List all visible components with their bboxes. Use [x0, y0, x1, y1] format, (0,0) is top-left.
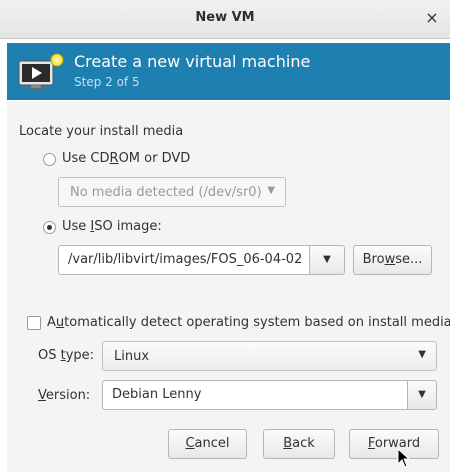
cdrom-radio-label[interactable]: Use CDROM or DVD	[62, 151, 190, 166]
header-title: Create a new virtual machine	[74, 52, 311, 71]
window-title: New VM	[195, 10, 255, 25]
browse-button[interactable]: Browse...	[353, 245, 432, 275]
title-bar: New VM ×	[0, 0, 450, 39]
auto-detect-checkbox[interactable]	[27, 316, 41, 330]
cdrom-select[interactable]: No media detected (/dev/sr0) ▼	[58, 177, 286, 207]
chevron-down-icon: ▼	[418, 389, 426, 400]
version-dropdown-button[interactable]: ▼	[407, 380, 437, 410]
forward-button[interactable]: Forward	[349, 429, 439, 459]
wizard-header: Create a new virtual machine Step 2 of 5	[7, 43, 450, 100]
cancel-button[interactable]: Cancel	[168, 429, 247, 459]
cdrom-radio[interactable]	[43, 153, 56, 166]
header-step: Step 2 of 5	[74, 75, 140, 89]
install-media-label: Locate your install media	[19, 124, 184, 139]
auto-detect-label[interactable]: Automatically detect operating system ba…	[47, 315, 450, 330]
cdrom-select-value: No media detected (/dev/sr0)	[70, 185, 262, 200]
os-type-label: OS type:	[38, 348, 95, 363]
iso-path-value: /var/lib/libvirt/images/FOS_06-04-02	[68, 252, 303, 267]
iso-path-dropdown-button[interactable]: ▼	[309, 245, 345, 275]
os-type-value: Linux	[114, 349, 150, 364]
os-type-select[interactable]: Linux ▼	[102, 341, 437, 371]
chevron-down-icon: ▼	[267, 185, 275, 196]
chevron-down-icon: ▼	[323, 254, 331, 265]
version-label: Version:	[38, 388, 91, 403]
close-icon[interactable]: ×	[422, 8, 442, 28]
mouse-pointer-icon	[397, 448, 411, 468]
version-value: Debian Lenny	[112, 387, 202, 402]
version-input[interactable]: Debian Lenny	[102, 380, 407, 410]
iso-path-input[interactable]: /var/lib/libvirt/images/FOS_06-04-02	[58, 245, 309, 275]
back-button[interactable]: Back	[263, 429, 335, 459]
iso-radio-label[interactable]: Use ISO image:	[62, 219, 162, 234]
monitor-new-icon	[18, 53, 64, 90]
chevron-down-icon: ▼	[418, 349, 426, 360]
iso-radio[interactable]	[43, 221, 56, 234]
